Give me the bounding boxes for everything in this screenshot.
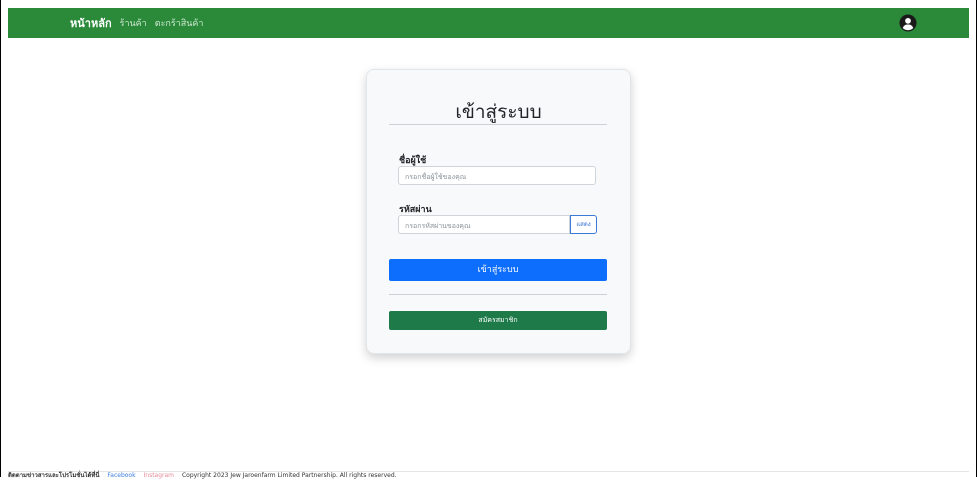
divider bbox=[389, 294, 607, 295]
copyright-text: Copyright 2023 Jew Jaroenfarm Limited Pa… bbox=[181, 472, 397, 479]
username-label: ชื่อผู้ใช้ bbox=[399, 156, 427, 166]
username-input[interactable]: กรอกชื่อผู้ใช้ของคุณ bbox=[398, 166, 596, 185]
facebook-link[interactable]: Facebook bbox=[107, 472, 135, 479]
nav-cart-link[interactable]: ตะกร้าสินค้า bbox=[155, 16, 204, 30]
show-password-button[interactable]: แสดง bbox=[570, 215, 597, 234]
login-button[interactable]: เข้าสู่ระบบ bbox=[389, 259, 607, 281]
user-circle-icon[interactable] bbox=[899, 14, 917, 32]
login-title: เข้าสู่ระบบ bbox=[455, 101, 542, 123]
nav-home-link[interactable]: หน้าหลัก bbox=[70, 14, 112, 32]
password-input[interactable]: กรอกรหัสผ่านของคุณ bbox=[398, 215, 570, 234]
navbar: หน้าหลัก ร้านค้า ตะกร้าสินค้า bbox=[8, 8, 969, 38]
instagram-link[interactable]: Instagram bbox=[144, 472, 175, 479]
password-label: รหัสผ่าน bbox=[399, 205, 432, 215]
login-card: เข้าสู่ระบบ ชื่อผู้ใช้ กรอกชื่อผู้ใช้ของ… bbox=[366, 69, 631, 354]
register-button[interactable]: สมัครสมาชิก bbox=[389, 311, 607, 330]
divider bbox=[389, 124, 607, 125]
nav-shop-link[interactable]: ร้านค้า bbox=[120, 16, 147, 30]
footer-follow-text: ติดตามข่าวสารและโปรโมชั่นได้ที่นี่ bbox=[8, 472, 100, 479]
